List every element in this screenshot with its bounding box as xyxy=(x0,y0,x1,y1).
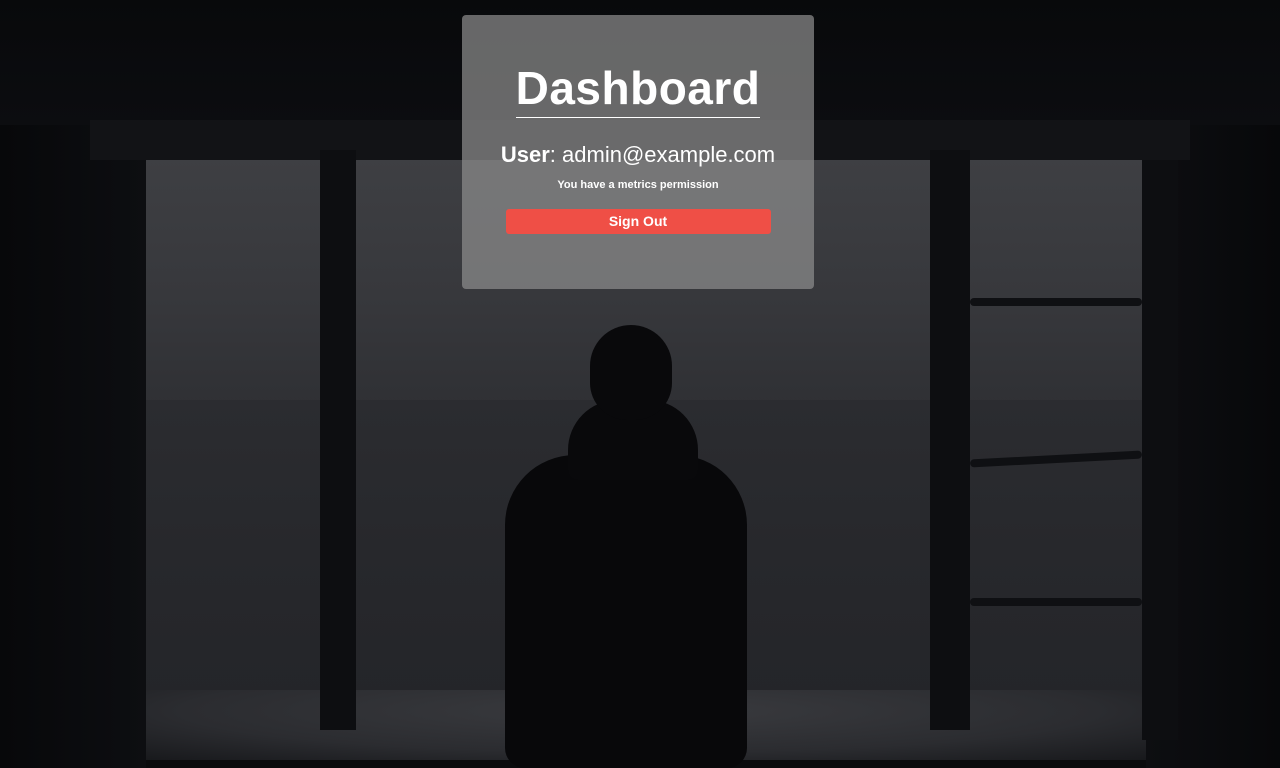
ladder-rung xyxy=(970,298,1142,306)
sign-out-button[interactable]: Sign Out xyxy=(505,209,771,234)
user-separator: : xyxy=(549,142,563,167)
user-email: admin@example.com xyxy=(562,142,776,167)
page-title: Dashboard xyxy=(515,61,761,118)
window-post-right xyxy=(1142,160,1178,740)
person-silhouette-body xyxy=(505,455,747,768)
user-info: User: admin@example.com xyxy=(462,142,814,168)
window-post-center xyxy=(930,150,970,730)
window-post-left xyxy=(320,150,356,730)
background-photo: Dashboard User: admin@example.com You ha… xyxy=(0,0,1280,768)
user-label: User xyxy=(500,142,550,167)
ladder-rung xyxy=(970,598,1142,606)
permission-text: You have a metrics permission xyxy=(557,179,719,191)
dashboard-card: Dashboard User: admin@example.com You ha… xyxy=(462,15,814,289)
wall-left xyxy=(0,125,146,768)
person-silhouette-head xyxy=(590,325,672,420)
